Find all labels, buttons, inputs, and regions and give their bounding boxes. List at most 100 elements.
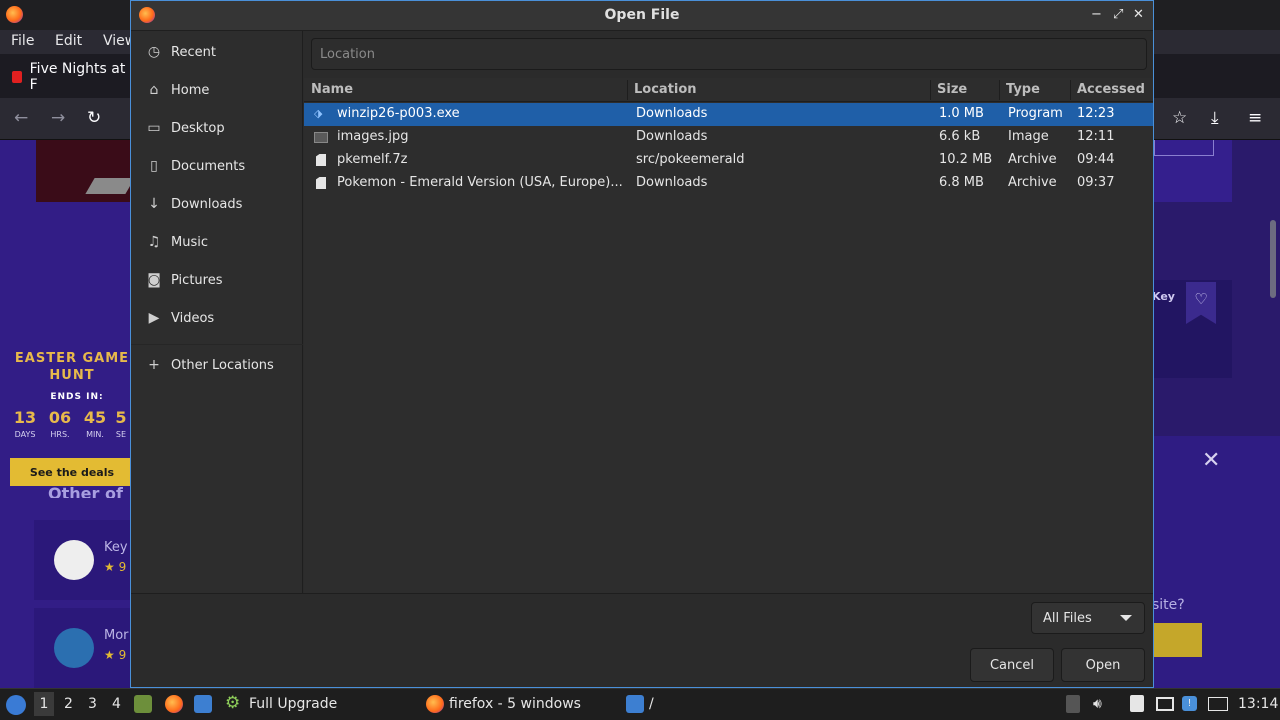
menu-file[interactable]: File	[11, 33, 34, 49]
file-name: pkemelf.7z	[337, 152, 408, 167]
file-accessed: 12:11	[1077, 129, 1115, 144]
browser-tab[interactable]: Five Nights at F	[4, 60, 134, 94]
promo-title: EASTER GAME HUNT	[14, 351, 130, 383]
offer-logo	[54, 540, 94, 580]
home-icon: ⌂	[149, 82, 159, 98]
reload-icon[interactable]: ↻	[87, 108, 101, 128]
sidebar-item-desktop[interactable]: ▭ Desktop	[145, 116, 224, 140]
sidebar-item-recent[interactable]: ◷ Recent	[145, 40, 216, 64]
folder-icon: ▭	[147, 120, 161, 136]
sidebar-item-home[interactable]: ⌂ Home	[145, 78, 210, 102]
other-offers-heading: Other of	[48, 484, 123, 498]
file-manager-launcher-icon[interactable]	[134, 695, 152, 713]
sidebar-item-downloads[interactable]: ↓ Downloads	[145, 192, 242, 216]
file-type: Image	[1008, 129, 1049, 144]
clipboard-icon[interactable]	[1130, 695, 1144, 712]
offer-card[interactable]: Mor ★ 9	[34, 608, 132, 688]
clock-icon: ◷	[147, 44, 161, 60]
column-type[interactable]: Type	[1006, 82, 1040, 97]
right-yellow-button[interactable]	[1152, 623, 1202, 657]
file-row[interactable]: images.jpg Downloads 6.6 kB Image 12:11	[304, 126, 1153, 149]
sidebar-item-other-locations[interactable]: + Other Locations	[145, 353, 274, 377]
open-file-dialog: Open File − ⤢ ✕ ◷ Recent ⌂ Home ▭ Desktop ▯…	[130, 0, 1154, 688]
sidebar-item-pictures[interactable]: ◙ Pictures	[145, 268, 222, 292]
file-type: Archive	[1008, 175, 1057, 190]
notification-icon[interactable]: !	[1182, 696, 1197, 711]
executable-icon: ⬗	[314, 107, 323, 120]
folder-launcher-icon[interactable]	[194, 695, 212, 713]
promo-image[interactable]	[36, 140, 132, 202]
close-icon[interactable]: ✕	[1133, 7, 1144, 22]
maximize-icon[interactable]: ⤢	[1113, 7, 1123, 22]
folder-task-icon	[626, 695, 644, 713]
plus-icon: +	[148, 357, 160, 373]
download-icon: ↓	[148, 196, 160, 212]
start-menu-icon[interactable]	[6, 695, 26, 715]
column-accessed[interactable]: Accessed	[1077, 82, 1145, 97]
sidebar-item-documents[interactable]: ▯ Documents	[145, 154, 245, 178]
offer-card[interactable]: Key ★ 9	[34, 520, 132, 600]
file-row[interactable]: Pokemon - Emerald Version (USA, Europe).…	[304, 172, 1153, 195]
music-icon: ♫	[147, 234, 161, 250]
workspace-2[interactable]: 2	[64, 696, 73, 712]
menu-hamburger-icon[interactable]: ≡	[1248, 108, 1262, 128]
display-icon[interactable]	[1156, 697, 1174, 711]
column-size[interactable]: Size	[937, 82, 967, 97]
file-accessed: 12:23	[1077, 106, 1115, 121]
gear-icon: ⚙	[225, 693, 241, 713]
workspace-3[interactable]: 3	[88, 696, 97, 712]
downloads-icon[interactable]: ⤓	[1211, 108, 1219, 128]
sidebar-item-music[interactable]: ♫ Music	[145, 230, 208, 254]
offer-title: Mor	[104, 628, 129, 643]
taskbar: 1 2 3 4 ⚙ Full Upgrade firefox - 5 windo…	[0, 688, 1280, 720]
file-row[interactable]: ⬗ winzip26-p003.exe Downloads 1.0 MB Pro…	[304, 103, 1153, 126]
file-filter-select[interactable]: All Files	[1031, 602, 1145, 634]
firefox-launcher-icon[interactable]	[165, 695, 183, 713]
keyboard-icon[interactable]	[1208, 697, 1228, 711]
open-button[interactable]: Open	[1061, 648, 1145, 682]
volume-icon[interactable]: 🔊︎	[1093, 696, 1102, 712]
firefox-task-icon	[426, 695, 444, 713]
dialog-title: Open File	[604, 7, 680, 23]
archive-icon	[316, 154, 326, 166]
see-deals-button[interactable]: See the deals	[10, 458, 134, 486]
task-folder[interactable]: /	[649, 696, 654, 712]
clock[interactable]: 13:14	[1238, 696, 1278, 712]
workspace-1[interactable]: 1	[34, 692, 54, 716]
file-name: images.jpg	[337, 129, 409, 144]
page-scrollbar[interactable]	[1270, 220, 1276, 298]
page-left-column: EASTER GAME HUNT ENDS IN: 13 DAYS 06 HRS. …	[0, 140, 134, 688]
countdown-minutes: 45 MIN.	[83, 408, 107, 439]
file-type: Archive	[1008, 152, 1057, 167]
menu-edit[interactable]: Edit	[55, 33, 82, 49]
back-icon[interactable]: ←	[14, 108, 28, 128]
workspace-4[interactable]: 4	[112, 696, 121, 712]
places-sidebar: ◷ Recent ⌂ Home ▭ Desktop ▯ Documents ↓ Downl…	[131, 31, 303, 593]
popup-close-icon[interactable]: ✕	[1202, 448, 1220, 473]
file-name: winzip26-p003.exe	[337, 106, 460, 121]
file-size: 6.6 kB	[939, 129, 981, 144]
sidebar-divider	[131, 344, 303, 345]
cancel-button[interactable]: Cancel	[970, 648, 1054, 682]
task-full-upgrade[interactable]: Full Upgrade	[249, 696, 337, 712]
document-icon: ▯	[150, 158, 158, 174]
image-file-icon	[314, 132, 328, 143]
rating-star-icon: ★ 9	[104, 648, 127, 662]
file-row[interactable]: pkemelf.7z src/pokeemerald 10.2 MB Archi…	[304, 149, 1153, 172]
bookmark-star-icon[interactable]: ☆	[1172, 108, 1187, 128]
sidebar-item-videos[interactable]: ▶ Videos	[145, 306, 215, 330]
forward-icon[interactable]: →	[51, 108, 65, 128]
file-location: Downloads	[636, 106, 708, 121]
minimize-icon[interactable]: −	[1091, 7, 1102, 22]
countdown-seconds: 5 SE	[115, 408, 127, 439]
task-firefox[interactable]: firefox - 5 windows	[449, 696, 581, 712]
right-key-label: Key	[1152, 290, 1175, 303]
file-accessed: 09:44	[1077, 152, 1115, 167]
column-name[interactable]: Name	[311, 82, 353, 97]
column-location[interactable]: Location	[634, 82, 697, 97]
battery-icon[interactable]	[1066, 695, 1080, 713]
location-input[interactable]: Location	[311, 38, 1147, 70]
offer-logo	[54, 628, 94, 668]
file-size: 6.8 MB	[939, 175, 984, 190]
countdown-hours: 06 HRS.	[48, 408, 72, 439]
